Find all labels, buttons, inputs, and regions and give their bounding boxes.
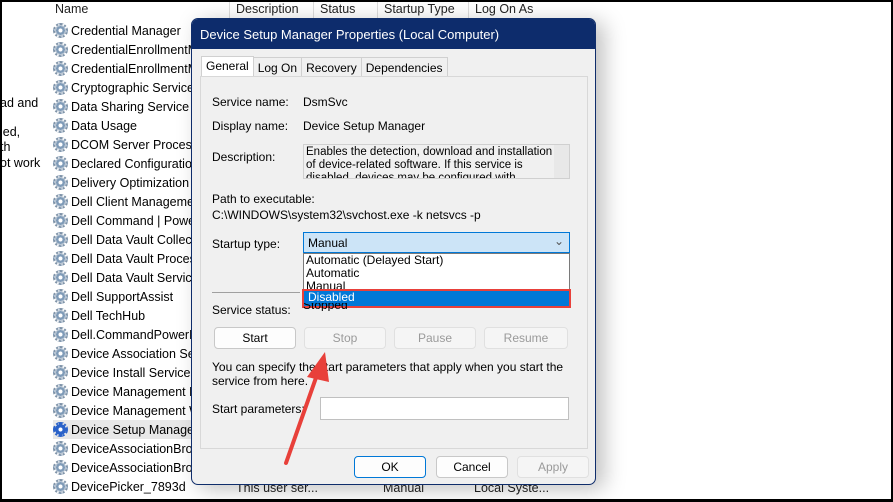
annotation-arrow [284, 352, 329, 465]
